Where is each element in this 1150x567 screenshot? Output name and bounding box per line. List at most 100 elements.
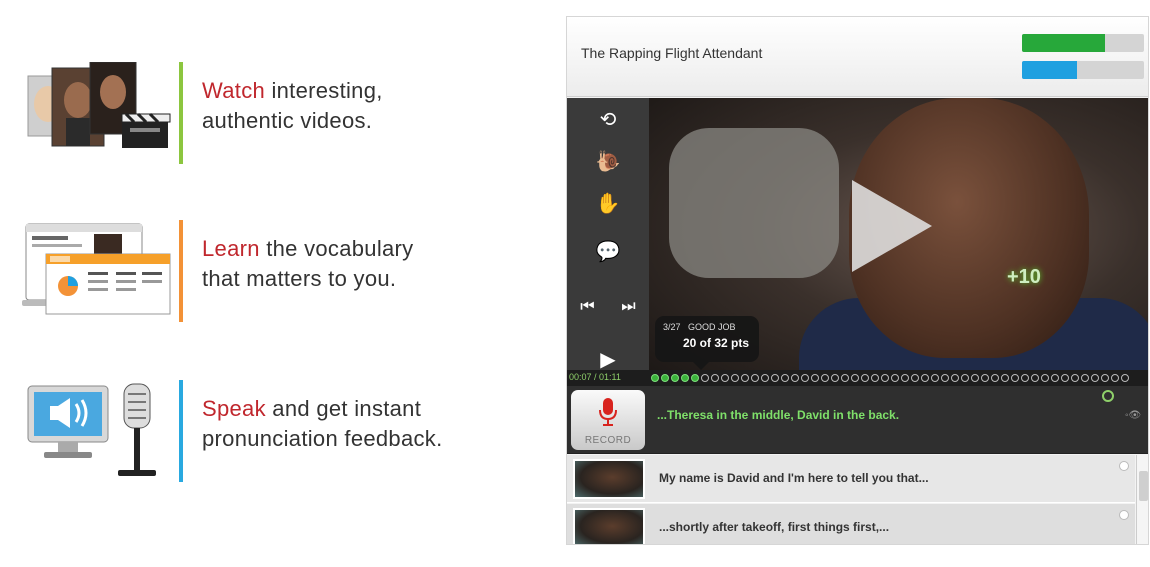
timeline-marker[interactable] [771,374,779,382]
timeline-marker[interactable] [851,374,859,382]
replay-icon: ⟲ [599,108,617,131]
airplane-window [669,128,839,278]
timeline-marker[interactable] [671,374,679,382]
timeline-marker[interactable] [1001,374,1009,382]
scrollbar-thumb[interactable] [1139,471,1148,501]
subtitles-button[interactable]: 💬 [567,230,649,272]
timeline-marker[interactable] [1011,374,1019,382]
timeline-marker[interactable] [1101,374,1109,382]
timeline-marker[interactable] [1031,374,1039,382]
feature-watch: Watch interesting, authentic videos. [22,61,542,172]
timeline-marker[interactable] [821,374,829,382]
timeline-marker[interactable] [761,374,769,382]
timeline-marker[interactable] [891,374,899,382]
snail-icon: 🐌 [595,150,621,173]
timeline-marker[interactable] [831,374,839,382]
player-header: The Rapping Flight Attendant [567,17,1148,97]
transcript-line-active: ...Theresa in the middle, David in the b… [657,408,900,422]
microphone-icon [599,398,617,426]
timeline-marker[interactable] [721,374,729,382]
timeline-marker[interactable] [941,374,949,382]
score-text: 20 of 32 pts [683,336,750,350]
timecode: 00:07 / 01:11 [569,372,621,382]
transcript-row[interactable]: My name is David and I'm here to tell yo… [567,455,1135,503]
timeline-marker[interactable] [981,374,989,382]
timeline-marker[interactable] [931,374,939,382]
timeline-marker[interactable] [991,374,999,382]
timeline-marker[interactable] [751,374,759,382]
timeline-markers [651,372,1146,384]
timeline-marker[interactable] [961,374,969,382]
timeline-marker[interactable] [801,374,809,382]
video-thumbnails-icon [22,61,174,172]
timeline-marker[interactable] [1081,374,1089,382]
big-play-icon[interactable] [852,180,932,272]
transcript-line: ...shortly after takeoff, first things f… [659,520,890,534]
timeline-marker[interactable] [1121,374,1129,382]
timeline-marker[interactable] [841,374,849,382]
timeline-marker[interactable] [701,374,709,382]
timeline-marker[interactable] [911,374,919,382]
feature-text: Learn the vocabulary that matters to you… [202,236,414,291]
timeline-marker[interactable] [1051,374,1059,382]
timeline-marker[interactable] [1111,374,1119,382]
feature-text: Watch interesting, authentic videos. [202,78,383,133]
progress-meter [1022,34,1144,52]
timeline-marker[interactable] [871,374,879,382]
transcript-scrollbar[interactable] [1136,455,1148,544]
timeline-marker[interactable] [691,374,699,382]
transcript-row[interactable]: ...shortly after takeoff, first things f… [567,504,1135,544]
timeline-marker[interactable] [711,374,719,382]
timeline-marker[interactable] [1041,374,1049,382]
video-frame[interactable]: +10 3/27 GOOD JOB 20 of 32 pts [649,98,1148,388]
video-player: The Rapping Flight Attendant ⟲ 🐌 ✋ 💬 ⏮ ⏭… [566,16,1149,545]
progress-meter [1022,61,1144,79]
status-circle-icon [1119,510,1129,520]
next-icon[interactable]: ⏭ [621,298,635,316]
status-text: GOOD JOB [688,322,736,332]
timeline-marker[interactable] [881,374,889,382]
timeline-marker[interactable] [1021,374,1029,382]
feature-speak: Speak and get instant pronunciation feed… [22,380,542,490]
points-popup: +10 [1007,266,1041,288]
player-controls: ⟲ 🐌 ✋ 💬 ⏮ ⏭ ▶ [567,98,649,388]
check-icon [1102,390,1114,402]
replay-button[interactable]: ⟲ [567,98,649,140]
feature-learn: Learn the vocabulary that matters to you… [22,220,542,330]
timeline-marker[interactable] [861,374,869,382]
play-icon: ▶ [600,348,616,371]
timeline-marker[interactable] [741,374,749,382]
monitor-microphone-icon [22,380,174,490]
timeline-marker[interactable] [921,374,929,382]
transcript-line: My name is David and I'm here to tell yo… [659,471,929,485]
video-title: The Rapping Flight Attendant [581,45,763,61]
timeline-marker[interactable] [661,374,669,382]
record-button[interactable]: RECORD [571,390,645,450]
record-label: RECORD [584,435,632,446]
status-circle-icon [1119,461,1129,471]
slow-speed-button[interactable]: 🐌 [567,140,649,182]
timeline-marker[interactable] [951,374,959,382]
timeline-marker[interactable] [901,374,909,382]
laptop-app-screenshot-icon [22,220,174,330]
timeline-marker[interactable] [791,374,799,382]
timeline-marker[interactable] [971,374,979,382]
timeline-marker[interactable] [1071,374,1079,382]
accent-bar [179,380,183,482]
timeline-marker[interactable] [731,374,739,382]
timeline-marker[interactable] [781,374,789,382]
hand-button[interactable]: ✋ [567,182,649,224]
transcript-row-active[interactable]: RECORD ...Theresa in the middle, David i… [567,386,1148,454]
eye-icon[interactable]: ◦👁 [1125,410,1141,421]
timeline-marker[interactable] [811,374,819,382]
accent-bar [179,220,183,322]
previous-icon[interactable]: ⏮ [580,298,594,316]
timeline-marker[interactable] [651,374,659,382]
timeline[interactable]: 00:07 / 01:11 [567,370,1148,386]
timeline-marker[interactable] [1091,374,1099,382]
timeline-marker[interactable] [1061,374,1069,382]
line-thumbnail [573,459,645,499]
progress-meter-fill [1022,61,1077,79]
tooltip-arrow [693,362,709,370]
timeline-marker[interactable] [681,374,689,382]
